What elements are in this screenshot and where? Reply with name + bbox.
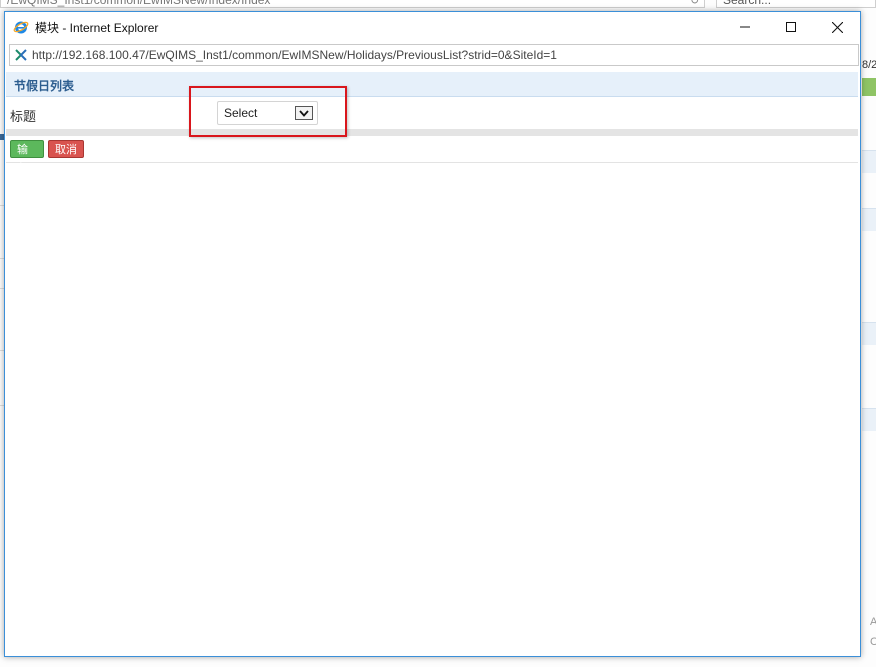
ie-popup-window: 模块 - Internet Explorer http://192.168.10… xyxy=(4,11,861,657)
window-title: 模块 - Internet Explorer xyxy=(35,21,159,35)
background-search-box: Search... xyxy=(716,0,876,8)
submit-button[interactable]: 输入 xyxy=(10,140,44,174)
maximize-icon xyxy=(786,22,796,32)
panel-header: 节假日列表 xyxy=(6,72,858,97)
address-url: http://192.168.100.47/EwQIMS_Inst1/commo… xyxy=(32,48,557,62)
background-address-bar: /EwQIMS_Inst1/common/EwIMSNew/Index/Inde… xyxy=(0,0,705,8)
site-favicon-icon xyxy=(15,49,27,61)
internet-explorer-icon xyxy=(13,21,29,34)
minimize-icon xyxy=(740,26,750,28)
background-refresh-icon: ↻ xyxy=(690,0,700,7)
background-row-strip xyxy=(862,408,876,431)
highlight-annotation xyxy=(189,86,347,137)
section-divider xyxy=(6,129,858,136)
background-row-strip xyxy=(862,150,876,173)
window-titlebar[interactable]: 模块 - Internet Explorer xyxy=(5,12,860,42)
background-green-button xyxy=(862,78,876,96)
address-bar[interactable]: http://192.168.100.47/EwQIMS_Inst1/commo… xyxy=(9,44,859,66)
background-letter: C xyxy=(870,636,876,648)
maximize-button[interactable] xyxy=(768,12,814,42)
panel-title: 节假日列表 xyxy=(14,79,75,93)
close-icon xyxy=(831,21,843,33)
minimize-button[interactable] xyxy=(722,12,768,42)
background-date-fragment: 8/2 xyxy=(862,59,876,71)
background-row-strip xyxy=(862,208,876,231)
background-letter: A xyxy=(870,616,876,628)
cancel-button[interactable]: 取消 xyxy=(48,140,84,158)
popup-content: 节假日列表 标题 Select 输入 取消 xyxy=(5,70,860,656)
form-row-title: 标题 Select xyxy=(6,97,858,129)
title-field-label: 标题 xyxy=(10,109,37,124)
button-row: 输入 取消 xyxy=(6,136,858,174)
background-row-strip xyxy=(862,322,876,345)
close-button[interactable] xyxy=(814,12,860,42)
